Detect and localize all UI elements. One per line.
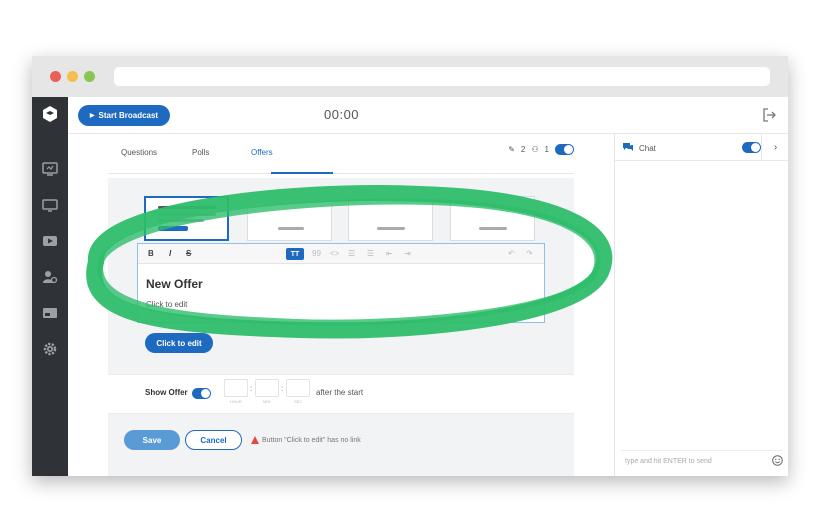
minimize-dot[interactable] [67, 71, 78, 82]
quote-button[interactable]: 99 [312, 249, 321, 258]
template-card-3[interactable] [348, 196, 433, 241]
redo-icon[interactable]: ↷ [526, 249, 533, 258]
maximize-dot[interactable] [84, 71, 95, 82]
italic-button[interactable]: I [169, 249, 171, 258]
rich-text-editor[interactable]: B I S TT 99 <> ☰ ☰ ⇤ ⇥ ↶ ↷ New Offer Cli… [137, 243, 545, 323]
outdent-icon[interactable]: ⇤ [386, 249, 393, 258]
chat-toggle[interactable] [742, 142, 761, 153]
second-unit-label: SEC [294, 399, 303, 404]
hour-unit-label: HOUR [230, 399, 242, 404]
offer-subtitle[interactable]: Click to edit [146, 300, 187, 309]
exit-icon[interactable] [762, 108, 776, 122]
offers-toggle[interactable] [555, 144, 574, 155]
offer-cta-button[interactable]: Click to edit [145, 333, 213, 353]
code-button[interactable]: <> [330, 249, 339, 258]
start-broadcast-button[interactable]: ▶ Start Broadcast [78, 105, 170, 126]
tab-bar: Questions Polls Offers ✎ 2 ⚇ 1 [108, 134, 574, 174]
video-icon[interactable] [42, 233, 58, 249]
chat-bubble-icon [623, 143, 633, 151]
cancel-button[interactable]: Cancel [185, 430, 242, 450]
bold-button[interactable]: B [148, 249, 154, 258]
chevron-right-icon[interactable]: › [761, 134, 788, 161]
show-offer-row: Show Offer : : HOUR MIN SEC after the st… [108, 374, 574, 414]
play-icon: ▶ [89, 113, 95, 119]
hour-input[interactable] [224, 379, 248, 397]
screen-icon[interactable] [42, 197, 58, 213]
template-card-4[interactable] [450, 196, 535, 241]
monitor-icon[interactable] [42, 161, 58, 177]
media-card-icon[interactable] [42, 305, 58, 321]
warning-icon [251, 436, 259, 444]
top-bar: ▶ Start Broadcast 00:00 [68, 97, 788, 134]
broadcast-timer: 00:00 [324, 107, 360, 122]
offer-title[interactable]: New Offer [146, 277, 203, 291]
browser-window: ▶ Start Broadcast 00:00 Questions Polls … [32, 56, 788, 476]
template-card-2[interactable] [247, 196, 332, 241]
show-offer-toggle[interactable] [192, 388, 211, 399]
indent-icon[interactable]: ⇥ [404, 249, 411, 258]
time-separator: : [281, 384, 284, 393]
emoji-icon[interactable] [772, 455, 783, 466]
time-separator: : [250, 384, 253, 393]
undo-icon[interactable]: ↶ [508, 249, 515, 258]
app-logo-icon [43, 106, 57, 122]
ordered-list-icon[interactable]: ☰ [367, 249, 374, 258]
chat-header: Chat › [615, 134, 788, 161]
heading-button[interactable]: TT [286, 248, 304, 260]
chat-input[interactable]: type and hit ENTER to send [621, 450, 783, 470]
chat-input-placeholder: type and hit ENTER to send [625, 458, 712, 465]
editor-toolbar: B I S TT 99 <> ☰ ☰ ⇤ ⇥ ↶ ↷ [138, 244, 544, 264]
link-warning: Button "Click to edit" has no link [251, 436, 361, 444]
strike-button[interactable]: S [186, 249, 191, 258]
gear-icon[interactable] [42, 341, 58, 357]
user-settings-icon[interactable] [42, 269, 58, 285]
address-bar[interactable] [114, 67, 770, 86]
people-icon: ⚇ [531, 145, 539, 154]
second-input[interactable] [286, 379, 310, 397]
browser-titlebar [32, 56, 788, 97]
minute-unit-label: MIN [263, 399, 271, 404]
people-count: 1 [544, 145, 549, 154]
minute-input[interactable] [255, 379, 279, 397]
close-dot[interactable] [50, 71, 61, 82]
save-button[interactable]: Save [124, 430, 180, 450]
tab-questions[interactable]: Questions [121, 148, 157, 157]
active-tab-indicator [271, 172, 333, 174]
bullet-list-icon[interactable]: ☰ [348, 249, 355, 258]
show-offer-label: Show Offer [145, 388, 188, 397]
screenshot-stage: ▶ Start Broadcast 00:00 Questions Polls … [0, 0, 820, 514]
warning-text: Button "Click to edit" has no link [262, 436, 361, 444]
sidebar [32, 97, 68, 476]
template-card-1[interactable] [144, 196, 229, 241]
main-panel: Questions Polls Offers ✎ 2 ⚇ 1 B I S TT … [68, 134, 614, 476]
tab-offers[interactable]: Offers [251, 148, 273, 157]
after-start-text: after the start [316, 388, 364, 397]
chat-title: Chat [639, 144, 656, 153]
tab-counters: ✎ 2 ⚇ 1 [508, 144, 574, 155]
edit-count-icon: ✎ [508, 145, 515, 154]
questions-count: 2 [520, 145, 526, 154]
tab-polls[interactable]: Polls [192, 148, 209, 157]
start-broadcast-label: Start Broadcast [98, 111, 159, 120]
chat-panel: Chat › type and hit ENTER to send [614, 134, 788, 476]
offer-editor-area: B I S TT 99 <> ☰ ☰ ⇤ ⇥ ↶ ↷ New Offer Cli… [108, 178, 574, 476]
